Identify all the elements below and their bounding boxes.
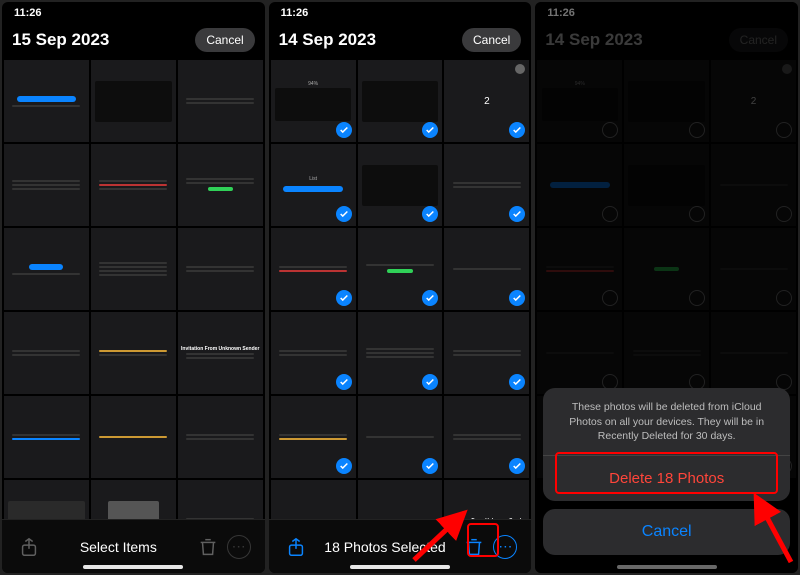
header: 15 Sep 2023 Cancel [2,24,265,60]
action-sheet: These photos will be deleted from iCloud… [543,388,790,555]
status-time: 11:26 [547,7,575,19]
photo-thumb[interactable] [91,60,176,142]
share-icon [16,534,42,560]
photo-thumb[interactable] [91,144,176,226]
trash-icon [195,534,221,560]
home-indicator[interactable] [617,565,717,569]
photo-thumb[interactable] [358,60,443,142]
photo-thumb[interactable] [91,228,176,310]
photo-thumb[interactable] [4,480,89,519]
status-time: 11:26 [14,7,42,19]
date-title: 14 Sep 2023 [279,30,376,50]
checkmark-icon [509,290,525,306]
photo-thumb[interactable] [358,144,443,226]
cancel-button: Cancel [729,28,788,52]
trash-icon[interactable] [461,534,487,560]
photo-thumb[interactable] [271,312,356,394]
status-time: 11:26 [281,7,309,19]
photo-thumb[interactable] [4,396,89,478]
more-icon: ⋯ [227,535,251,559]
photo-grid: Invitation From Unknown Sender [2,60,265,519]
toolbar-label: 18 Photos Selected [324,539,445,555]
status-bar: 11:26 [269,2,532,24]
photo-thumb[interactable] [91,312,176,394]
photo-thumb[interactable] [91,396,176,478]
checkmark-icon [336,458,352,474]
more-icon[interactable]: ⋯ [493,535,517,559]
photo-thumb[interactable] [4,60,89,142]
checkmark-icon [336,374,352,390]
share-icon[interactable] [283,534,309,560]
thumb-text: Invitation From Unknown Sender [448,518,526,519]
sheet-message: These photos will be deleted from iCloud… [543,388,790,456]
photo-thumb[interactable]: 2 [444,60,529,142]
photo-thumb[interactable]: 94% [271,60,356,142]
photo-thumb[interactable] [4,144,89,226]
checkmark-icon [422,206,438,222]
cancel-button[interactable]: Cancel [195,28,254,52]
photo-thumb[interactable] [444,312,529,394]
photo-thumb[interactable] [271,228,356,310]
photo-thumb[interactable]: List [271,144,356,226]
home-indicator[interactable] [350,565,450,569]
header: 14 Sep 2023 Cancel [269,24,532,60]
photo-thumb[interactable] [178,228,263,310]
photo-thumb[interactable] [358,312,443,394]
date-title: 14 Sep 2023 [545,30,642,50]
photo-thumb[interactable]: Invitation From Unknown Sender [178,312,263,394]
checkmark-icon [336,206,352,222]
checkmark-icon [422,122,438,138]
photo-thumb[interactable] [271,396,356,478]
checkmark-icon [509,122,525,138]
photo-thumb[interactable] [444,144,529,226]
header: 14 Sep 2023 Cancel [535,24,798,60]
photo-thumb[interactable] [178,144,263,226]
checkmark-icon [509,206,525,222]
checkmark-icon [336,290,352,306]
status-bar: 11:26 [2,2,265,24]
checkmark-icon [422,458,438,474]
photo-thumb[interactable] [358,396,443,478]
thumb-text: Invitation From Unknown Sender [181,346,259,352]
date-title: 15 Sep 2023 [12,30,109,50]
widget-pct: 94% [306,81,320,89]
photo-thumb[interactable] [4,312,89,394]
checkmark-icon [422,374,438,390]
home-indicator[interactable] [83,565,183,569]
thumb-label: List [307,176,319,184]
photo-thumb[interactable] [358,228,443,310]
screen-selected: 11:26 14 Sep 2023 Cancel 94% 2 [269,2,532,573]
screen-select-mode: 11:26 15 Sep 2023 Cancel Invitation Fr [2,2,265,573]
photo-thumb[interactable] [358,480,443,519]
photo-thumb[interactable] [178,480,263,519]
photo-thumb[interactable]: Invitation From Unknown Sender [444,480,529,519]
photo-thumb[interactable] [444,396,529,478]
screen-delete-confirm: 11:26 14 Sep 2023 Cancel 94% 2 [535,2,798,573]
photo-thumb[interactable] [4,228,89,310]
checkmark-icon [336,122,352,138]
toolbar-label: Select Items [80,539,157,555]
checkmark-icon [422,290,438,306]
sheet-cancel-button[interactable]: Cancel [543,509,790,555]
photo-thumb[interactable] [271,480,356,519]
photo-thumb[interactable] [178,396,263,478]
photo-grid: 94% 2 List [269,60,532,519]
status-bar: 11:26 [535,2,798,24]
photo-thumb[interactable] [178,60,263,142]
checkmark-icon [509,458,525,474]
checkmark-icon [509,374,525,390]
delete-button[interactable]: Delete 18 Photos [543,456,790,501]
photo-thumb[interactable] [444,228,529,310]
cancel-button[interactable]: Cancel [462,28,521,52]
widget-count: 2 [482,95,492,108]
photo-thumb[interactable] [91,480,176,519]
